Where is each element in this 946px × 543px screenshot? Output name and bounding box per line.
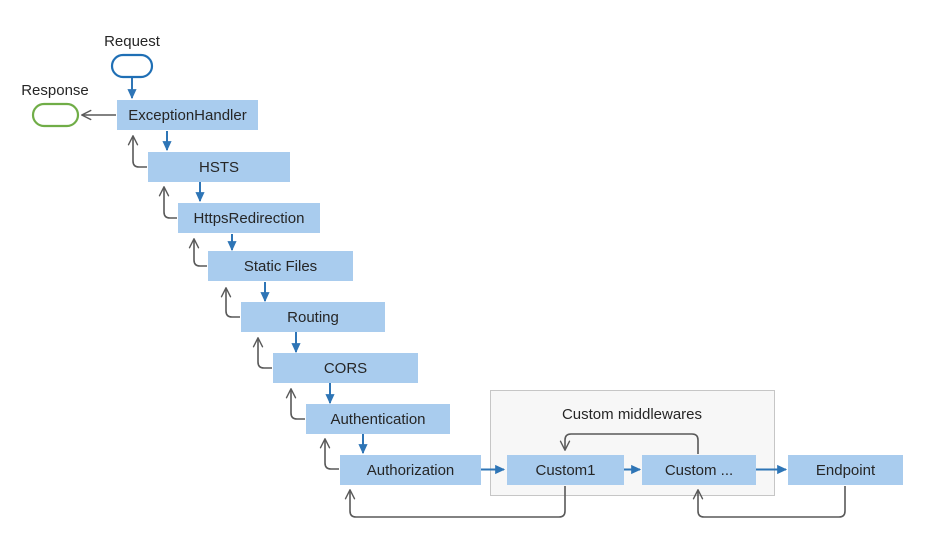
request-label: Request	[104, 33, 161, 50]
arrow-authentication-to-cors	[285, 388, 305, 420]
node-endpoint[interactable]: Endpoint	[788, 455, 903, 485]
node-static-files[interactable]: Static Files	[208, 251, 353, 281]
diagram-canvas: Custom middlewares Request Response Exce…	[21, 33, 903, 518]
arrow-https-redirection-to-hsts	[158, 186, 177, 219]
response-label: Response	[21, 82, 89, 99]
arrow-static-files-to-https-redirection	[188, 238, 207, 267]
arrow-cors-to-routing	[252, 337, 272, 369]
middleware-pipeline-diagram: Custom middlewares Request Response Exce…	[0, 0, 946, 543]
node-custom1[interactable]: Custom1	[507, 455, 624, 485]
node-cors[interactable]: CORS	[273, 353, 418, 383]
node-authorization[interactable]: Authorization	[340, 455, 481, 485]
node-cors-label: CORS	[324, 360, 367, 377]
request-node	[110, 53, 154, 79]
response-node	[31, 102, 80, 128]
node-custom-more[interactable]: Custom ...	[642, 455, 756, 485]
node-authentication-label: Authentication	[330, 411, 425, 428]
node-custom-more-label: Custom ...	[665, 462, 733, 479]
arrow-authorization-to-authentication	[319, 438, 339, 470]
arrow-routing-to-static-files	[220, 287, 240, 318]
node-routing[interactable]: Routing	[241, 302, 385, 332]
node-https-redirection[interactable]: HttpsRedirection	[178, 203, 320, 233]
node-authentication[interactable]: Authentication	[306, 404, 450, 434]
node-hsts-label: HSTS	[199, 159, 239, 176]
node-hsts[interactable]: HSTS	[148, 152, 290, 182]
node-static-files-label: Static Files	[244, 258, 317, 275]
node-https-redirection-label: HttpsRedirection	[194, 210, 305, 227]
custom-middlewares-group-label: Custom middlewares	[562, 406, 702, 423]
node-routing-label: Routing	[287, 309, 339, 326]
node-exception-handler[interactable]: ExceptionHandler	[117, 100, 258, 130]
node-custom1-label: Custom1	[535, 462, 595, 479]
node-exception-handler-label: ExceptionHandler	[128, 107, 246, 124]
node-endpoint-label: Endpoint	[816, 462, 876, 479]
node-authorization-label: Authorization	[367, 462, 455, 479]
arrow-hsts-to-exception-handler	[127, 135, 147, 168]
